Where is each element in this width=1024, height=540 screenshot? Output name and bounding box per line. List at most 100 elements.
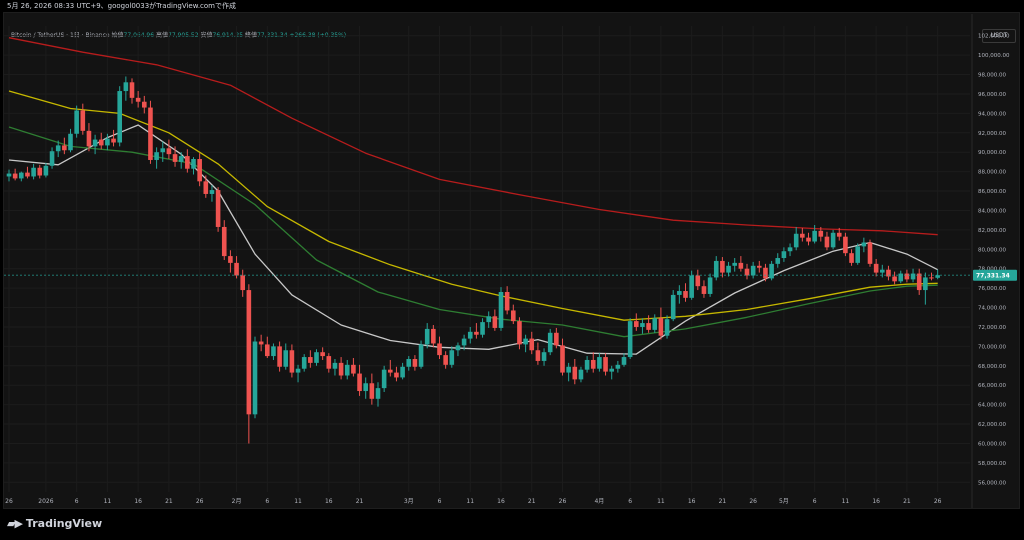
candle-body [738, 262, 744, 269]
candle-body [492, 316, 498, 328]
candle-body [197, 159, 202, 182]
candle-body [424, 328, 430, 345]
candle-body [19, 172, 24, 179]
y-tick-label: 56,000.00 [978, 480, 1006, 486]
candle-body [12, 173, 18, 179]
candle-body [658, 318, 664, 336]
candle-body [707, 277, 713, 294]
candle-body [720, 260, 725, 273]
candle-body [431, 328, 436, 344]
screenshot-frame: 5月 26, 2026 08:33 UTC+9、googol0033がTradi… [0, 0, 1024, 540]
candle-body [98, 139, 104, 146]
candle-body [68, 133, 73, 151]
y-tick-label: 98,000.00 [978, 73, 1006, 79]
candle-body [929, 277, 934, 279]
candle-body [394, 372, 399, 378]
candle-body [677, 291, 682, 295]
x-tick-label: 2026 [38, 498, 53, 505]
candle-body [55, 145, 61, 152]
y-tick-label: 70,000.00 [978, 344, 1006, 350]
last-price-label: 77,331.34 [976, 272, 1010, 279]
candle-body [105, 138, 110, 146]
y-tick-label: 60,000.00 [978, 441, 1006, 447]
candle-body [49, 151, 55, 166]
candle-body [344, 364, 350, 376]
candle-body [566, 366, 571, 373]
x-tick-label: 26 [5, 498, 13, 505]
price-chart[interactable]: 56,000.00 58,000.00 60,000.00 62,000.00 64,0… [0, 0, 1024, 540]
x-tick-label: 6 [813, 498, 817, 505]
candle-body [240, 275, 245, 291]
candle-body [916, 273, 922, 291]
candle-body [486, 316, 491, 323]
candle-body [634, 321, 639, 327]
candle-body [904, 273, 910, 280]
candle-body [621, 357, 627, 365]
candle-body [86, 130, 92, 147]
candle-body [234, 262, 239, 276]
x-tick-label: 16 [134, 498, 142, 505]
candle-body [763, 267, 768, 279]
candle-body [185, 156, 190, 169]
candle-body [880, 269, 885, 273]
x-tick-label: 6 [628, 498, 632, 505]
candle-body [560, 345, 565, 373]
y-tick-label: 86,000.00 [978, 189, 1006, 195]
candle-body [818, 230, 824, 237]
y-tick-label: 72,000.00 [978, 325, 1006, 331]
candle-body [670, 294, 676, 320]
candle-body [381, 369, 387, 389]
y-tick-label: 62,000.00 [978, 422, 1006, 428]
x-tick-label: 16 [497, 498, 505, 505]
y-tick-label: 100,000.00 [978, 53, 1010, 59]
y-tick-label: 102,000.00 [978, 34, 1010, 40]
candle-body [400, 366, 405, 378]
candle-body [166, 148, 172, 155]
candle-body [111, 138, 116, 143]
candle-body [265, 344, 270, 357]
candle-body [369, 383, 375, 399]
y-tick-label: 58,000.00 [978, 461, 1006, 467]
y-tick-label: 88,000.00 [978, 170, 1006, 176]
candle-body [418, 344, 424, 367]
candle-body [769, 263, 774, 279]
y-tick-label: 68,000.00 [978, 364, 1006, 370]
candle-body [437, 343, 442, 356]
candle-body [664, 319, 670, 336]
y-tick-label: 64,000.00 [978, 403, 1006, 409]
candle-body [781, 251, 787, 259]
candle-body [855, 246, 860, 263]
candle-body [37, 167, 43, 176]
candle-body [135, 97, 141, 102]
candle-body [203, 181, 209, 194]
candle-body [597, 357, 602, 369]
x-tick-label: 21 [528, 498, 536, 505]
candle-body [572, 366, 578, 380]
candle-body [683, 291, 688, 298]
y-tick-label: 92,000.00 [978, 131, 1006, 137]
candle-body [160, 148, 166, 153]
candle-body [701, 286, 707, 294]
candle-body [775, 258, 781, 264]
x-tick-label: 6 [75, 498, 79, 505]
candle-body [923, 277, 928, 291]
candle-body [455, 345, 461, 351]
candle-body [43, 165, 49, 176]
candle-body [295, 368, 301, 373]
candle-body [744, 268, 750, 276]
candle-body [221, 226, 227, 257]
candle-body [806, 237, 811, 242]
x-tick-label: 6 [265, 498, 269, 505]
candle-body [129, 82, 135, 98]
candle-body [74, 110, 79, 134]
x-tick-label: 11 [104, 498, 112, 505]
x-tick-label: 26 [196, 498, 204, 505]
candle-body [178, 156, 184, 162]
candle-body [898, 273, 904, 282]
candle-body [511, 310, 516, 322]
candle-body [351, 364, 356, 374]
candle-body [148, 107, 153, 160]
candle-body [252, 341, 258, 415]
candle-body [652, 318, 658, 330]
candle-body [246, 290, 252, 415]
